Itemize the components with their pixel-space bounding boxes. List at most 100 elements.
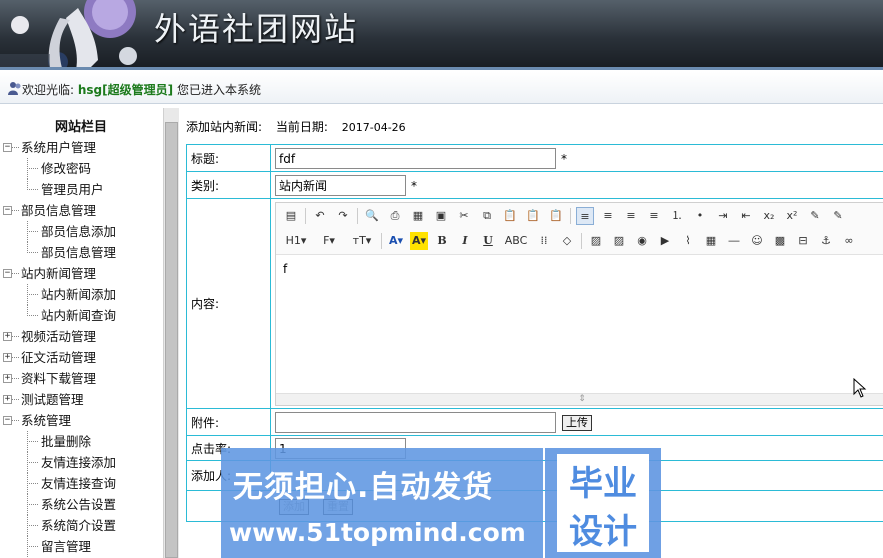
sidebar-item-7[interactable]: 站内新闻添加 — [0, 284, 162, 305]
sidebar-item-label[interactable]: 留言管理 — [41, 536, 91, 557]
template-icon[interactable]: ▦ — [409, 207, 427, 225]
redo-icon[interactable]: ↷ — [334, 207, 352, 225]
sidebar-item-6[interactable]: − 站内新闻管理 — [0, 263, 162, 284]
collapse-icon[interactable]: − — [3, 269, 12, 278]
sidebar-item-13[interactable]: − 系统管理 — [0, 410, 162, 431]
sidebar-item-0[interactable]: − 系统用户管理 — [0, 137, 162, 158]
sidebar-item-14[interactable]: 批量删除 — [0, 431, 162, 452]
sidebar-item-label[interactable]: 管理员用户 — [41, 179, 104, 200]
copy-icon[interactable]: ⧉ — [478, 207, 496, 225]
scrollbar-thumb[interactable] — [165, 122, 178, 558]
underline-icon[interactable]: U — [479, 232, 497, 250]
map-icon[interactable]: ▩ — [771, 232, 789, 250]
bold-icon[interactable]: B — [433, 232, 451, 250]
flash-icon[interactable]: ◉ — [633, 232, 651, 250]
remove-format-icon[interactable]: ◇ — [558, 232, 576, 250]
collapse-icon[interactable]: − — [3, 416, 12, 425]
sidebar-item-label[interactable]: 部员信息管理 — [41, 242, 116, 263]
undo-icon[interactable]: ↶ — [311, 207, 329, 225]
font-family-icon[interactable]: F▾ — [315, 232, 343, 250]
insert-file-icon[interactable]: ⌇ — [679, 232, 697, 250]
align-right-icon[interactable]: ≡ — [622, 207, 640, 225]
heading-icon[interactable]: H1▾ — [282, 232, 310, 250]
attachment-input[interactable] — [275, 412, 556, 433]
sidebar-item-label[interactable]: 测试题管理 — [21, 389, 84, 410]
line-height-icon[interactable]: ⁞⁞ — [535, 232, 553, 250]
sidebar-item-label[interactable]: 部员信息管理 — [21, 200, 96, 221]
sidebar-item-2[interactable]: 管理员用户 — [0, 179, 162, 200]
paste-word-icon[interactable]: 📋 — [547, 207, 565, 225]
subscript-icon[interactable]: x₂ — [760, 207, 778, 225]
sidebar-item-5[interactable]: 部员信息管理 — [0, 242, 162, 263]
sidebar-item-17[interactable]: 系统公告设置 — [0, 494, 162, 515]
preview-icon[interactable]: 🔍 — [363, 207, 381, 225]
anchor-icon[interactable]: ⚓ — [817, 232, 835, 250]
align-justify-icon[interactable]: ≡ — [645, 207, 663, 225]
category-input[interactable] — [275, 175, 406, 196]
font-color-icon[interactable]: A▾ — [387, 232, 405, 250]
sidebar-item-label[interactable]: 批量删除 — [41, 431, 91, 452]
expand-icon[interactable]: + — [3, 395, 12, 404]
editor-body[interactable]: f — [276, 256, 883, 394]
sidebar-scrollbar[interactable] — [163, 108, 179, 558]
table-icon[interactable]: ▦ — [702, 232, 720, 250]
sidebar-item-11[interactable]: + 资料下载管理 — [0, 368, 162, 389]
sidebar-item-label[interactable]: 资料下载管理 — [21, 368, 96, 389]
sidebar-item-8[interactable]: 站内新闻查询 — [0, 305, 162, 326]
horizontal-rule-icon[interactable]: ― — [725, 232, 743, 250]
sidebar-item-label[interactable]: 部员信息添加 — [41, 221, 116, 242]
sidebar-item-4[interactable]: 部员信息添加 — [0, 221, 162, 242]
multi-image-icon[interactable]: ▨ — [610, 232, 628, 250]
font-size-icon[interactable]: тT▾ — [348, 232, 376, 250]
sidebar-item-16[interactable]: 友情连接查询 — [0, 473, 162, 494]
sidebar-item-label[interactable]: 系统公告设置 — [41, 494, 116, 515]
sidebar-item-label[interactable]: 系统简介设置 — [41, 515, 116, 536]
sidebar-item-9[interactable]: + 视频活动管理 — [0, 326, 162, 347]
print-icon[interactable]: ⎙ — [386, 207, 404, 225]
clear-format-icon[interactable]: ✎ — [806, 207, 824, 225]
sidebar-item-15[interactable]: 友情连接添加 — [0, 452, 162, 473]
sidebar-item-label[interactable]: 站内新闻管理 — [21, 263, 96, 284]
align-left-icon[interactable]: ≡ — [576, 207, 594, 225]
page-break-icon[interactable]: ⊟ — [794, 232, 812, 250]
outdent-icon[interactable]: ⇤ — [737, 207, 755, 225]
indent-icon[interactable]: ⇥ — [714, 207, 732, 225]
ordered-list-icon[interactable]: ⒈ — [668, 207, 686, 225]
align-center-icon[interactable]: ≡ — [599, 207, 617, 225]
italic-icon[interactable]: I — [456, 232, 474, 250]
collapse-icon[interactable]: − — [3, 143, 12, 152]
image-icon[interactable]: ▨ — [587, 232, 605, 250]
expand-icon[interactable]: + — [3, 332, 12, 341]
link-icon[interactable]: ∞ — [840, 232, 858, 250]
sidebar-item-label[interactable]: 站内新闻添加 — [41, 284, 116, 305]
sidebar-item-label[interactable]: 修改密码 — [41, 158, 91, 179]
cleanup-icon[interactable]: ▣ — [432, 207, 450, 225]
unordered-list-icon[interactable]: • — [691, 207, 709, 225]
sidebar-item-3[interactable]: − 部员信息管理 — [0, 200, 162, 221]
emoticon-icon[interactable]: ☺ — [748, 232, 766, 250]
editor-resize-handle[interactable]: ⇕ — [276, 393, 883, 405]
cut-icon[interactable]: ✂ — [455, 207, 473, 225]
strikethrough-icon[interactable]: ABC — [502, 232, 530, 250]
select-all-icon[interactable]: ✎ — [829, 207, 847, 225]
upload-button[interactable]: 上传 — [562, 415, 592, 431]
sidebar-item-12[interactable]: + 测试题管理 — [0, 389, 162, 410]
sidebar-item-label[interactable]: 视频活动管理 — [21, 326, 96, 347]
highlight-icon[interactable]: A▾ — [410, 232, 428, 250]
sidebar-item-label[interactable]: 系统管理 — [21, 410, 71, 431]
title-input[interactable] — [275, 148, 556, 169]
sidebar-item-label[interactable]: 友情连接添加 — [41, 452, 116, 473]
media-icon[interactable]: ▶ — [656, 232, 674, 250]
sidebar-item-label[interactable]: 系统用户管理 — [21, 137, 96, 158]
source-icon[interactable]: ▤ — [282, 207, 300, 225]
superscript-icon[interactable]: x² — [783, 207, 801, 225]
sidebar-item-19[interactable]: 留言管理 — [0, 536, 162, 557]
paste-text-icon[interactable]: 📋 — [524, 207, 542, 225]
sidebar-item-label[interactable]: 征文活动管理 — [21, 347, 96, 368]
sidebar-item-18[interactable]: 系统简介设置 — [0, 515, 162, 536]
sidebar-item-label[interactable]: 站内新闻查询 — [41, 305, 116, 326]
sidebar-item-10[interactable]: + 征文活动管理 — [0, 347, 162, 368]
sidebar-item-1[interactable]: 修改密码 — [0, 158, 162, 179]
expand-icon[interactable]: + — [3, 353, 12, 362]
collapse-icon[interactable]: − — [3, 206, 12, 215]
